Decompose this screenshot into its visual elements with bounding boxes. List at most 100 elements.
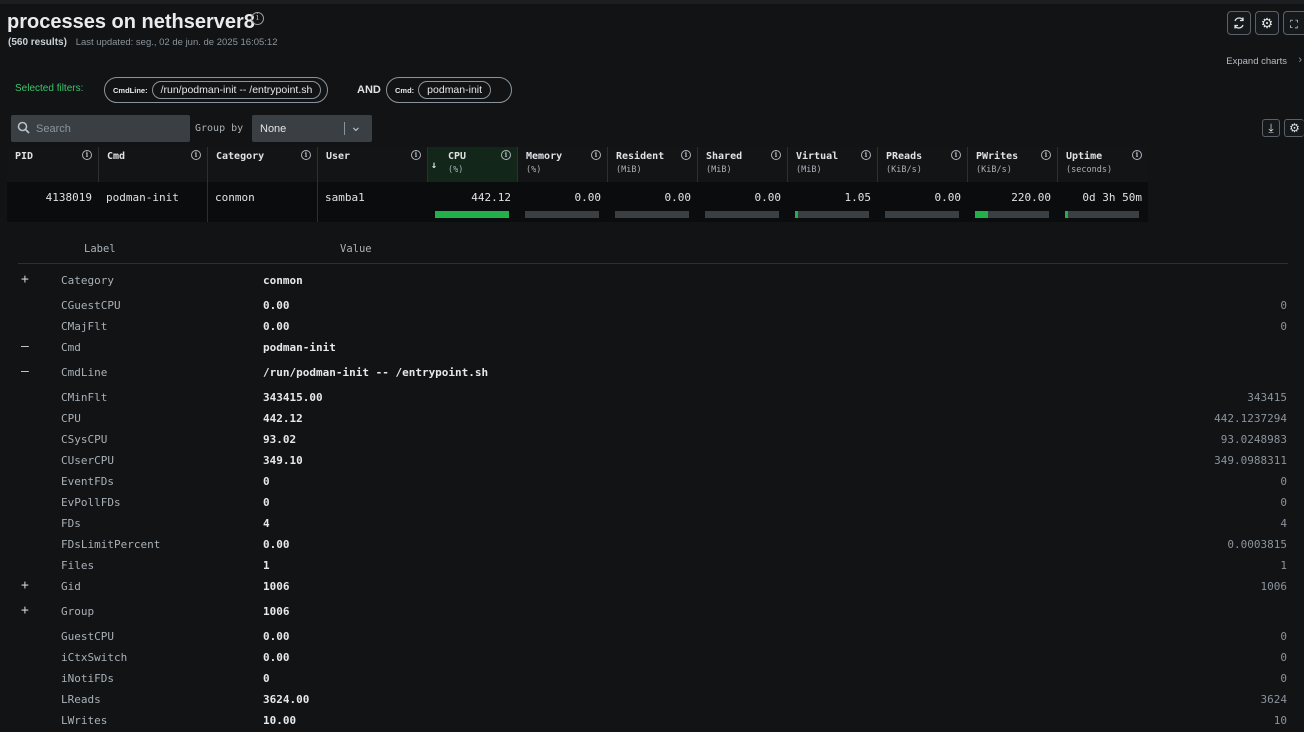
fullscreen-button[interactable]: ⛶ bbox=[1283, 11, 1304, 35]
collapse-toggle[interactable]: — bbox=[21, 339, 29, 354]
detail-label: CUserCPU bbox=[61, 454, 114, 467]
info-icon[interactable]: i bbox=[1132, 150, 1142, 160]
filter-chip-cmd[interactable]: Cmd: podman-init bbox=[386, 77, 512, 103]
detail-raw-value: 0 bbox=[1280, 672, 1287, 685]
detail-row: CGuestCPU 0.00 0 bbox=[0, 297, 1304, 317]
filter-value[interactable]: podman-init bbox=[418, 81, 492, 99]
detail-row: CPU 442.12 442.1237294 bbox=[0, 410, 1304, 430]
info-icon[interactable]: i bbox=[411, 150, 421, 160]
select-separator bbox=[344, 122, 345, 135]
info-icon[interactable]: i bbox=[191, 150, 201, 160]
detail-raw-value: 93.0248983 bbox=[1220, 433, 1287, 446]
results-count: (560 results) bbox=[8, 37, 67, 48]
cell-cmd: podman-init bbox=[106, 191, 179, 204]
column-header-cmd[interactable]: Cmd i bbox=[98, 147, 207, 182]
detail-row: + Category conmon bbox=[0, 272, 1304, 292]
table-header: PID i Cmd i Category i User i ↓ CPU (%) i Memor… bbox=[7, 147, 1148, 182]
detail-value: 442.12 bbox=[263, 412, 303, 425]
cell-pid: 4138019 bbox=[45, 191, 92, 204]
detail-raw-value: 0 bbox=[1280, 630, 1287, 643]
pwrites-bar bbox=[975, 211, 1049, 218]
detail-label: Group bbox=[61, 605, 95, 618]
detail-value: 1 bbox=[263, 559, 270, 572]
chevron-right-icon[interactable]: › bbox=[1298, 54, 1302, 66]
column-header-resident[interactable]: Resident (MiB) i bbox=[607, 147, 697, 182]
detail-label: Cmd bbox=[61, 341, 81, 354]
detail-row: + Gid 1006 1006 bbox=[0, 578, 1304, 598]
column-header-category[interactable]: Category i bbox=[207, 147, 317, 182]
table-settings-button[interactable]: ⚙ bbox=[1284, 119, 1304, 137]
preads-bar bbox=[885, 211, 959, 218]
detail-raw-value: 0 bbox=[1280, 299, 1287, 312]
detail-value: 343415.00 bbox=[263, 391, 323, 404]
table-row[interactable]: 4138019 podman-init conmon samba1 442.12… bbox=[7, 182, 1148, 222]
cell-cpu: 442.12 bbox=[427, 182, 517, 222]
column-header-shared[interactable]: Shared (MiB) i bbox=[697, 147, 787, 182]
sort-desc-icon: ↓ bbox=[431, 160, 438, 171]
column-header-preads[interactable]: PReads (KiB/s) i bbox=[877, 147, 967, 182]
info-icon[interactable]: i bbox=[591, 150, 601, 160]
search-box[interactable] bbox=[11, 115, 190, 142]
column-header-pwrites[interactable]: PWrites (KiB/s) i bbox=[967, 147, 1057, 182]
detail-value: 0 bbox=[263, 672, 270, 685]
cpu-bar-fill bbox=[435, 211, 509, 218]
group-by-select[interactable]: None ⌄ bbox=[252, 115, 372, 142]
search-input[interactable] bbox=[36, 122, 176, 135]
info-icon[interactable]: i bbox=[1041, 150, 1051, 160]
filter-value[interactable]: /run/podman-init -- /entrypoint.sh bbox=[151, 81, 322, 99]
info-icon[interactable]: i bbox=[681, 150, 691, 160]
column-header-memory[interactable]: Memory (%) i bbox=[517, 147, 607, 182]
refresh-button[interactable] bbox=[1227, 11, 1251, 35]
info-icon[interactable]: i bbox=[951, 150, 961, 160]
detail-row: EvPollFDs 0 0 bbox=[0, 494, 1304, 514]
detail-value: 349.10 bbox=[263, 454, 303, 467]
detail-value: 0.00 bbox=[263, 299, 290, 312]
uptime-bar-fill bbox=[1065, 211, 1068, 218]
detail-row: + Group 1006 bbox=[0, 603, 1304, 623]
resident-bar bbox=[615, 211, 689, 218]
info-icon[interactable]: i bbox=[861, 150, 871, 160]
cell-shared: 0.00 bbox=[697, 182, 787, 222]
column-header-virtual[interactable]: Virtual (MiB) i bbox=[787, 147, 877, 182]
detail-value: 1006 bbox=[263, 580, 290, 593]
expand-toggle[interactable]: + bbox=[21, 603, 29, 618]
expand-toggle[interactable]: + bbox=[21, 272, 29, 287]
collapse-toggle[interactable]: — bbox=[21, 364, 29, 379]
detail-label: Category bbox=[61, 274, 114, 287]
info-icon[interactable]: i bbox=[301, 150, 311, 160]
detail-row: iCtxSwitch 0.00 0 bbox=[0, 649, 1304, 669]
cell-pwrites: 220.00 bbox=[967, 182, 1057, 222]
detail-label: CPU bbox=[61, 412, 81, 425]
detail-value: /run/podman-init -- /entrypoint.sh bbox=[263, 366, 489, 379]
download-button[interactable]: ⤓ bbox=[1262, 119, 1280, 137]
detail-raw-value: 1 bbox=[1280, 559, 1287, 572]
maximize-icon: ⛶ bbox=[1290, 19, 1298, 31]
cpu-bar bbox=[435, 211, 509, 218]
chevron-down-icon[interactable]: ⌄ bbox=[350, 118, 362, 135]
cell-preads: 0.00 bbox=[877, 182, 967, 222]
column-header-cpu[interactable]: ↓ CPU (%) i bbox=[427, 147, 517, 182]
detail-label: CMajFlt bbox=[61, 320, 108, 333]
info-icon[interactable]: i bbox=[82, 150, 92, 160]
expand-toggle[interactable]: + bbox=[21, 578, 29, 593]
pwrites-bar-fill bbox=[975, 211, 989, 218]
column-header-user[interactable]: User i bbox=[317, 147, 427, 182]
filter-chip-cmdline[interactable]: CmdLine: /run/podman-init -- /entrypoint… bbox=[104, 77, 329, 103]
column-header-uptime[interactable]: Uptime (seconds) i bbox=[1057, 147, 1148, 182]
info-icon[interactable]: i bbox=[771, 150, 781, 160]
detail-label: CGuestCPU bbox=[61, 299, 121, 312]
detail-value: 4 bbox=[263, 517, 270, 530]
info-icon[interactable]: i bbox=[501, 150, 511, 160]
detail-label: CSysCPU bbox=[61, 433, 108, 446]
shared-bar bbox=[705, 211, 779, 218]
expand-charts-link[interactable]: Expand charts bbox=[1226, 56, 1287, 67]
group-by-label: Group by bbox=[195, 123, 244, 134]
column-header-pid[interactable]: PID i bbox=[7, 147, 98, 182]
results-summary: (560 results) Last updated: seg., 02 de … bbox=[8, 37, 277, 48]
detail-label: FDs bbox=[61, 517, 81, 530]
info-icon[interactable]: i bbox=[251, 12, 264, 25]
detail-raw-value: 0 bbox=[1280, 496, 1287, 509]
settings-button[interactable]: ⚙ bbox=[1255, 11, 1279, 35]
detail-label: FDsLimitPercent bbox=[61, 538, 161, 551]
detail-row: EventFDs 0 0 bbox=[0, 473, 1304, 493]
